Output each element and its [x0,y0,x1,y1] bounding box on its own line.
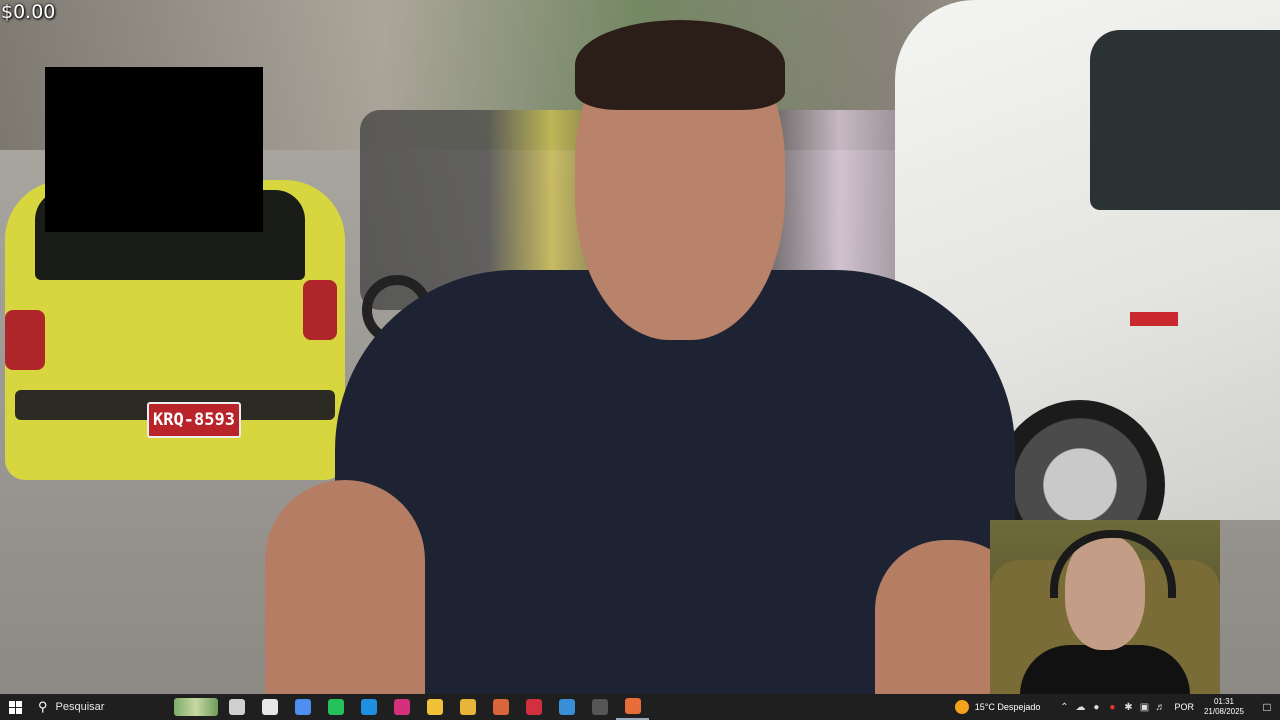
widget-icon [261,699,278,715]
app-icon [492,699,509,715]
chrome-active-icon [624,698,641,714]
chrome-icon [459,699,476,715]
search-icon: ⚲ [38,699,48,714]
record-icon[interactable]: ● [1104,694,1120,720]
copilot-taskbar-button[interactable] [286,694,319,720]
system-tray: 15°C Despejado ⌃ ☁ ● ● ✱ ▣ ♬ POR 01:31 2… [954,694,1280,720]
redaction-box [45,67,263,232]
taskbar: ⚲ Pesquisar 15°C Despejado ⌃ ☁ ● ● ✱ ▣ ♬… [0,694,1280,720]
weather-widget[interactable]: 15°C Despejado [954,700,1041,714]
obs-taskbar-button[interactable] [583,694,616,720]
cloud-icon[interactable]: ☁ [1072,694,1088,720]
file-explorer-icon [426,699,443,715]
windows-icon [8,700,22,714]
instagram-icon [393,699,410,715]
task-view-icon [228,699,245,715]
notification-icon[interactable]: □ [1254,694,1280,720]
presenter [265,20,1025,694]
app-taskbar-button[interactable] [484,694,517,720]
copilot-icon [294,699,311,715]
chrome-active-taskbar-button[interactable] [616,694,649,720]
search-placeholder: Pesquisar [55,701,105,713]
chrome-taskbar-button[interactable] [451,694,484,720]
edge-icon [360,699,377,715]
bluetooth-icon[interactable]: ✱ [1120,694,1136,720]
search-highlight-icon [174,698,218,716]
app-blue-icon [558,699,575,715]
edge-taskbar-button[interactable] [352,694,385,720]
app-blue-taskbar-button[interactable] [550,694,583,720]
clock[interactable]: 01:31 21/08/2025 [1204,697,1244,717]
taskbar-search[interactable]: ⚲ Pesquisar [30,694,220,720]
task-view-taskbar-button[interactable] [220,694,253,720]
pinned-apps [220,694,649,720]
video-frame: KRQ-8593 $0.00 [0,0,1280,694]
start-button[interactable] [0,694,30,720]
clock-time: 01:31 [1213,697,1234,706]
widget-taskbar-button[interactable] [253,694,286,720]
license-plate: KRQ-8593 [147,402,241,438]
obs-icon [591,699,608,715]
clock-date: 21/08/2025 [1203,707,1244,716]
webcam-overlay [990,520,1220,694]
weather-sun-icon [954,700,969,714]
chevron-up-icon[interactable]: ⌃ [1056,694,1072,720]
language-indicator[interactable]: POR [1174,702,1194,712]
balance-overlay: $0.00 [1,1,56,23]
volume-icon[interactable]: ♬ [1152,694,1168,720]
app-red-taskbar-button[interactable] [517,694,550,720]
network-icon[interactable]: ▣ [1136,694,1152,720]
file-explorer-taskbar-button[interactable] [418,694,451,720]
weather-text: 15°C Despejado [974,702,1041,712]
whatsapp-taskbar-button[interactable] [319,694,352,720]
instagram-taskbar-button[interactable] [385,694,418,720]
app-red-icon [525,699,542,715]
microphone-icon[interactable]: ● [1088,694,1104,720]
whatsapp-icon [327,699,344,715]
